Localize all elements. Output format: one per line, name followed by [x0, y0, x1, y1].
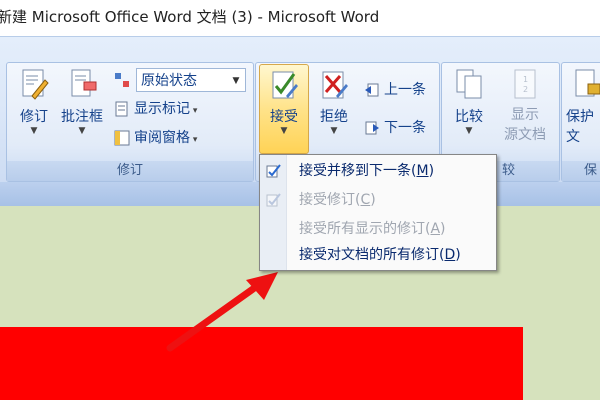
- chevron-down-icon: ▼: [30, 126, 38, 136]
- accept-icon: [272, 71, 298, 99]
- menu-item-label: 接受对文档的所有修订: [299, 247, 439, 263]
- protect-document-button[interactable]: 保护文: [566, 68, 600, 146]
- chevron-down-icon: ▼: [78, 126, 86, 136]
- title-bar: 新建 Microsoft Office Word 文档 (3) - Micros…: [0, 0, 600, 36]
- menu-item-label: 接受所有显示的修订: [299, 221, 425, 237]
- menu-item-accept-all-in-document[interactable]: 接受对文档的所有修订(D): [260, 241, 496, 270]
- accept-label: 接受: [270, 109, 298, 125]
- show-markup-label: 显示标记: [134, 101, 190, 117]
- next-change-button[interactable]: 下一条: [364, 116, 426, 140]
- next-change-icon: [365, 121, 379, 135]
- protect-document-label: 保护文: [566, 109, 594, 145]
- chevron-down-icon: ▼: [280, 126, 288, 136]
- display-state-icon-wrap: [114, 68, 134, 92]
- track-changes-button[interactable]: 修订 ▼: [10, 68, 58, 136]
- review-pane-icon: [114, 130, 130, 146]
- show-markup-button[interactable]: 显示标记 ▾: [114, 97, 197, 121]
- accept-button[interactable]: 接受 ▼: [260, 68, 308, 136]
- show-source-label-2: 源文档: [504, 127, 546, 143]
- display-state-select[interactable]: 原始状态 ▼: [136, 68, 246, 92]
- window-title: 新建 Microsoft Office Word 文档 (3) - Micros…: [0, 8, 380, 26]
- compare-icon: [456, 69, 482, 99]
- show-source-button[interactable]: 1 2 显示 源文档: [496, 68, 554, 144]
- previous-change-button[interactable]: 上一条: [364, 78, 426, 102]
- reject-label: 拒绝: [320, 109, 348, 125]
- reject-icon: [322, 71, 348, 99]
- chevron-down-icon: ▼: [465, 126, 473, 136]
- balloon-icon: [71, 69, 97, 97]
- comment-box-label: 批注框: [61, 109, 103, 125]
- previous-change-label: 上一条: [384, 82, 426, 98]
- menu-item-accept-change[interactable]: 接受修订(C): [260, 186, 496, 215]
- previous-change-icon: [365, 83, 379, 97]
- accept-next-icon: [266, 164, 281, 178]
- show-markup-icon: [115, 101, 128, 117]
- display-for-review-icon: [115, 73, 129, 87]
- menu-item-shortcut: M: [416, 163, 429, 179]
- chevron-down-icon: ▼: [330, 126, 338, 136]
- menu-item-label: 接受并移到下一条: [299, 163, 411, 179]
- menu-item-shortcut: D: [444, 247, 456, 263]
- svg-text:2: 2: [523, 85, 528, 94]
- accept-change-icon: [266, 193, 281, 207]
- track-changes-icon: [22, 69, 49, 100]
- track-changes-group-label: 修订: [7, 161, 253, 181]
- menu-item-accept-and-move-next[interactable]: 接受并移到下一条(M): [260, 157, 496, 186]
- display-state-value: 原始状态: [141, 73, 197, 89]
- menu-item-accept-all-shown[interactable]: 接受所有显示的修订(A): [260, 215, 496, 244]
- accept-dropdown-menu: 接受并移到下一条(M) 接受修订(C) 接受所有显示的修订(A) 接受对文档的所…: [259, 154, 497, 271]
- chevron-down-icon: ▼: [232, 76, 240, 86]
- compare-button[interactable]: 比较 ▼: [445, 68, 493, 136]
- svg-text:1: 1: [523, 75, 528, 84]
- show-source-label-1: 显示: [511, 107, 539, 123]
- protect-document-icon: [575, 69, 600, 97]
- show-source-icon: 1 2: [514, 69, 536, 99]
- protect-group-label: 保: [562, 161, 600, 181]
- review-pane-label: 审阅窗格: [134, 130, 190, 146]
- comment-box-button[interactable]: 批注框 ▼: [58, 68, 106, 136]
- track-changes-label: 修订: [20, 109, 48, 125]
- compare-label: 比较: [455, 109, 483, 125]
- next-change-label: 下一条: [384, 120, 426, 136]
- annotation-arrow-icon: [166, 272, 278, 352]
- review-pane-button[interactable]: 审阅窗格 ▾: [114, 126, 197, 150]
- menu-item-shortcut: C: [360, 192, 371, 208]
- reject-button[interactable]: 拒绝 ▼: [310, 68, 358, 136]
- menu-item-shortcut: A: [430, 221, 441, 237]
- menu-item-label: 接受修订: [299, 192, 355, 208]
